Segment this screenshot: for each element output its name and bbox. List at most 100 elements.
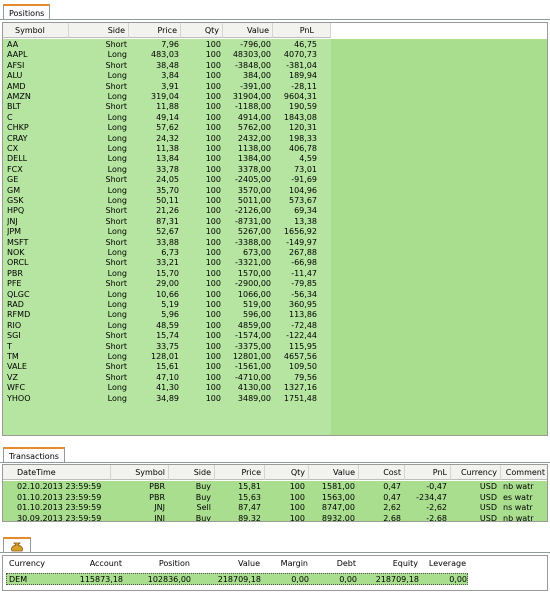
table-row[interactable]: CX Long 11,38 100 1138,00 406,78 xyxy=(3,144,331,154)
table-row[interactable]: TM Long 128,01 100 12801,00 4657,56 xyxy=(3,352,331,362)
cell-side: Short xyxy=(105,279,127,289)
cell-value: 673,00 xyxy=(243,248,271,257)
cell-pnl: -28,11 xyxy=(291,81,317,91)
cell-value: 596,00 xyxy=(243,310,271,320)
cell-side: Short xyxy=(105,175,127,185)
table-row[interactable]: GSK Long 50,11 100 5011,00 573,67 xyxy=(3,196,331,206)
table-row[interactable]: RAD Long 5,19 100 519,00 360,95 xyxy=(3,300,331,310)
cell-qty: 100 xyxy=(205,216,221,226)
cell-side: Long xyxy=(107,71,127,81)
cell-datetime: 02.10.2013 23:59:59 xyxy=(17,482,102,491)
cell-symbol: JPM xyxy=(7,227,22,237)
cell-side: Long xyxy=(107,196,127,205)
transactions-grid[interactable]: DateTime Symbol Side Price Qty Value Cost PnL Cu… xyxy=(2,464,548,522)
cell-symbol: ALU xyxy=(7,71,23,81)
cell-value: 31904,00 xyxy=(232,92,271,101)
table-row[interactable]: 01.10.2013 23:59:59 PBR Buy 15,63 100 1563,00… xyxy=(3,492,547,503)
table-row[interactable]: SGI Short 15,74 100 -1574,00 -122,44 xyxy=(3,331,331,341)
table-row[interactable]: RFMD Long 5,96 100 596,00 113,86 xyxy=(3,310,331,320)
cell-symbol: GSK xyxy=(7,196,24,205)
cell-side: Buy xyxy=(195,492,211,502)
cell-price: 29,00 xyxy=(156,279,179,289)
table-row[interactable]: JNJ Short 87,31 100 -8731,00 13,38 xyxy=(3,217,331,227)
table-row[interactable]: VALE Short 15,61 100 -1561,00 109,50 xyxy=(3,362,331,372)
cell-symbol: MSFT xyxy=(7,237,29,247)
table-row[interactable]: AMZN Long 319,04 100 31904,00 9604,31 xyxy=(3,92,331,102)
cell-pnl: 69,34 xyxy=(294,206,317,216)
cell-value: 5762,00 xyxy=(237,123,271,133)
cell-side: Long xyxy=(107,92,127,101)
cell-pnl: -91,69 xyxy=(291,175,317,185)
cell-side: Short xyxy=(105,372,127,382)
cell-symbol: C xyxy=(7,112,13,122)
column-header-value: Value xyxy=(309,465,359,480)
cell-qty: 100 xyxy=(205,123,221,133)
table-row[interactable]: NOK Long 6,73 100 673,00 267,88 xyxy=(3,248,331,258)
table-row[interactable]: YHOO Long 34,89 100 3489,00 1751,48 xyxy=(3,394,331,404)
account-grid[interactable]: Currency Account Position Value Margin Debt Eq… xyxy=(2,555,548,591)
cell-symbol: GM xyxy=(7,185,21,195)
table-row[interactable]: AA Short 7,96 100 -796,00 46,75 xyxy=(3,40,331,50)
cell-qty: 100 xyxy=(205,102,221,112)
cell-value: -2126,00 xyxy=(235,206,271,216)
positions-rows: AA Short 7,96 100 -796,00 46,75 AAPL Long 483,03… xyxy=(3,39,547,435)
table-row[interactable]: C Long 49,14 100 4914,00 1843,08 xyxy=(3,113,331,123)
table-row[interactable]: HPQ Short 21,26 100 -2126,00 69,34 xyxy=(3,206,331,216)
table-row[interactable]: PBR Long 15,70 100 1570,00 -11,47 xyxy=(3,269,331,279)
cell-pnl: -2,68 xyxy=(426,513,447,522)
cell-pnl: 4,59 xyxy=(299,154,317,164)
table-row[interactable]: 02.10.2013 23:59:59 PBR Buy 15,81 100 1581,00… xyxy=(3,482,547,492)
cell-value: 1138,00 xyxy=(237,144,271,153)
cell-qty: 100 xyxy=(205,383,221,393)
table-row[interactable]: CRAY Long 24,32 100 2432,00 198,33 xyxy=(3,134,331,144)
tab-account[interactable] xyxy=(3,537,31,553)
cell-qty: 100 xyxy=(205,310,221,320)
table-row[interactable]: GE Short 24,05 100 -2405,00 -91,69 xyxy=(3,175,331,185)
table-row[interactable]: GM Long 35,70 100 3570,00 104,96 xyxy=(3,186,331,196)
cell-value: 1384,00 xyxy=(237,154,271,164)
tab-transactions[interactable]: Transactions xyxy=(3,447,65,463)
cell-price: 15,74 xyxy=(156,331,179,341)
table-row[interactable]: FCX Long 33,78 100 3378,00 73,01 xyxy=(3,165,331,175)
cell-symbol: JNJ xyxy=(154,503,165,512)
table-row[interactable]: CHKP Long 57,62 100 5762,00 120,31 xyxy=(3,123,331,133)
table-row[interactable]: 30.09.2013 23:59:59 JNJ Buy 89,32 100 8932,00… xyxy=(3,513,547,522)
cell-side: Short xyxy=(105,341,127,351)
cell-value: 1570,00 xyxy=(237,268,271,278)
positions-header: Symbol Side Price Qty Value PnL xyxy=(3,23,331,38)
table-row[interactable]: ORCL Short 33,21 100 -3321,00 -66,98 xyxy=(3,258,331,268)
cell-qty: 100 xyxy=(205,112,221,122)
tab-positions-label: Positions xyxy=(9,9,45,18)
table-row[interactable]: WFC Long 41,30 100 4130,00 1327,16 xyxy=(3,383,331,393)
cell-price: 21,26 xyxy=(156,206,179,216)
table-row[interactable]: MSFT Short 33,88 100 -3388,00 -149,97 xyxy=(3,238,331,248)
table-row[interactable]: QLGC Long 10,66 100 1066,00 -56,34 xyxy=(3,290,331,300)
cell-side: Short xyxy=(105,362,127,372)
table-row[interactable]: ALU Long 3,84 100 384,00 189,94 xyxy=(3,71,331,81)
cell-side: Long xyxy=(107,164,127,174)
cell-value: 218709,18 xyxy=(217,575,261,584)
table-row[interactable]: AFSI Short 38,48 100 -3848,00 -381,04 xyxy=(3,61,331,71)
cell-qty: 100 xyxy=(205,248,221,257)
cell-symbol: PBR xyxy=(149,492,165,502)
positions-grid[interactable]: Symbol Side Price Qty Value PnL AA Short 7,96 10… xyxy=(2,22,548,436)
table-row[interactable]: PFE Short 29,00 100 -2900,00 -79,85 xyxy=(3,279,331,289)
cell-pnl: 4657,56 xyxy=(283,352,317,361)
cell-qty: 100 xyxy=(289,503,305,512)
table-row[interactable]: AMD Short 3,91 100 -391,00 -28,11 xyxy=(3,82,331,92)
table-row[interactable]: RIO Long 48,59 100 4859,00 -72,48 xyxy=(3,321,331,331)
table-row[interactable]: AAPL Long 483,03 100 48303,00 4070,73 xyxy=(3,50,331,60)
account-row[interactable]: DEM 115873,18 102836,00 218709,18 0,00 0,00 21… xyxy=(6,573,468,585)
cell-side: Long xyxy=(107,248,127,257)
table-row[interactable]: DELL Long 13,84 100 1384,00 4,59 xyxy=(3,154,331,164)
table-row[interactable]: T Short 33,75 100 -3375,00 115,95 xyxy=(3,342,331,352)
table-row[interactable]: VZ Short 47,10 100 -4710,00 79,56 xyxy=(3,373,331,383)
cell-pnl: 79,56 xyxy=(294,372,317,382)
cell-qty: 100 xyxy=(205,175,221,185)
cell-value: 3570,00 xyxy=(237,185,271,195)
table-row[interactable]: JPM Long 52,67 100 5267,00 1656,92 xyxy=(3,227,331,237)
table-row[interactable]: BLT Short 11,88 100 -1188,00 190,59 xyxy=(3,102,331,112)
tab-positions[interactable]: Positions xyxy=(3,4,51,20)
column-header-account: Account xyxy=(89,559,122,568)
table-row[interactable]: 01.10.2013 23:59:59 JNJ Sell 87,47 100 8747,0… xyxy=(3,503,547,513)
